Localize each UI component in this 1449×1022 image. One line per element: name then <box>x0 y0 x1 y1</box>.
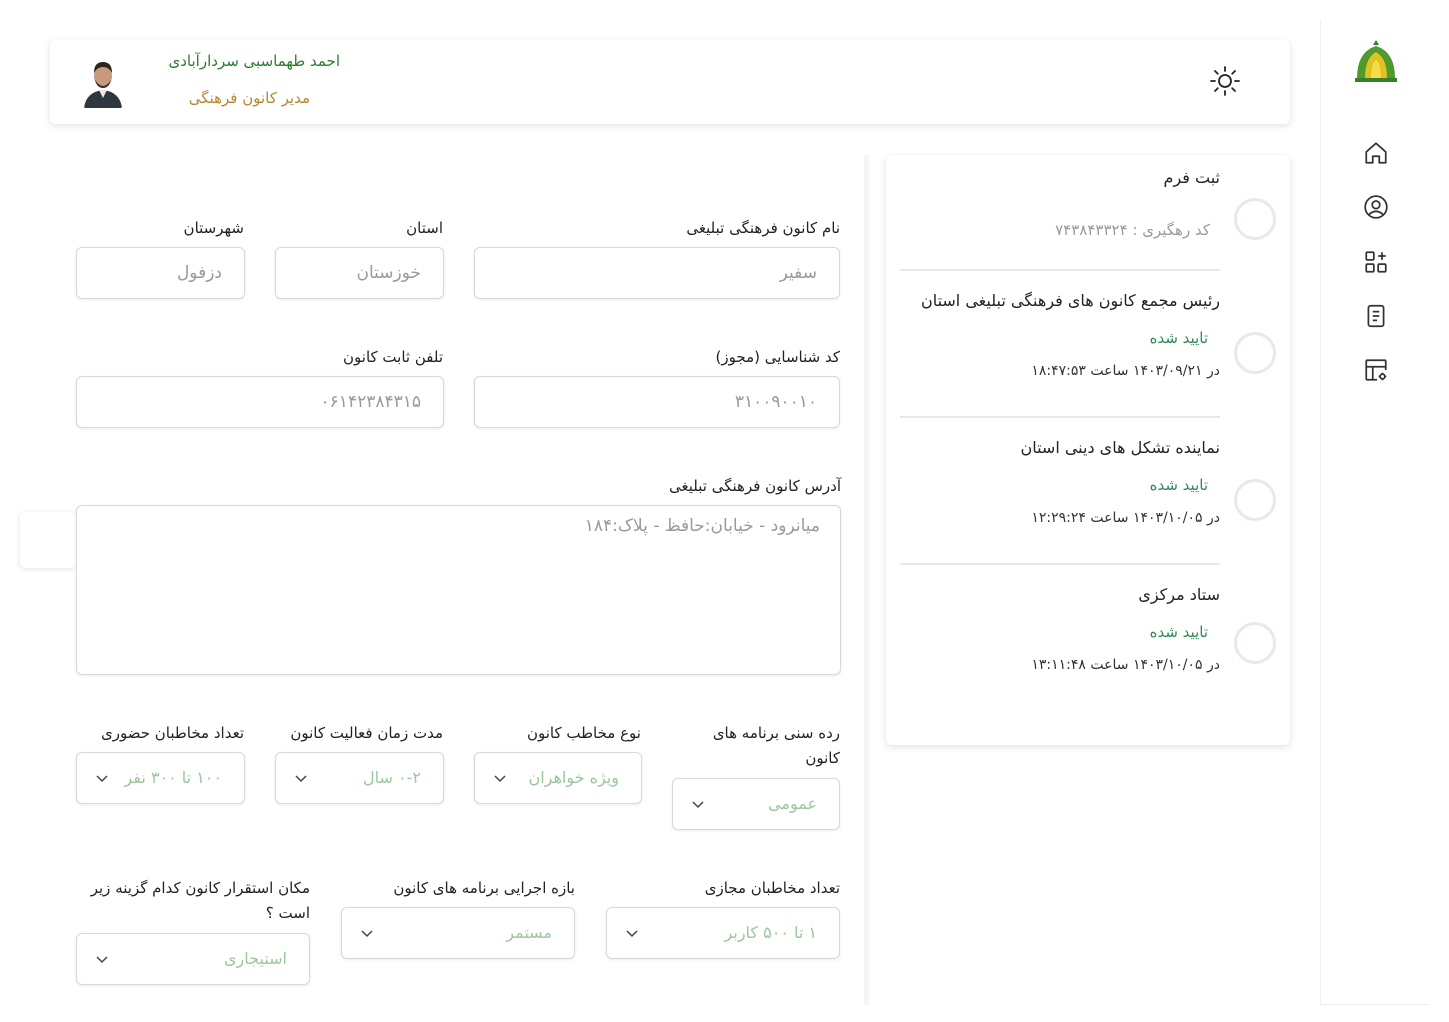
inperson-label: تعداد مخاطبان حضوری <box>100 724 244 742</box>
name-label: نام کانون فرهنگی تبلیغی <box>686 219 840 237</box>
table-settings-icon[interactable] <box>1363 357 1389 383</box>
user-role: مدیر کانون فرهنگی <box>188 89 310 107</box>
duration-select[interactable]: ۰-۲ سال <box>275 752 444 804</box>
age-select[interactable]: عمومی <box>672 778 840 830</box>
chevron-down-icon <box>295 775 307 783</box>
virtual-select-value: ۱ تا ۵۰۰ کاربر <box>724 923 817 942</box>
inperson-select[interactable]: ۱۰۰ تا ۳۰۰ نفر <box>76 752 245 804</box>
province-field[interactable]: خوزستان <box>275 247 444 299</box>
name-field[interactable]: سفیر <box>474 247 840 299</box>
chevron-down-icon <box>96 956 108 964</box>
audience-type-select-value: ویژه خواهران <box>528 768 619 787</box>
step-indicator <box>1234 622 1276 664</box>
step-title: ستاد مرکزی <box>1138 585 1220 604</box>
sun-icon[interactable] <box>1208 64 1242 98</box>
divider <box>900 416 1220 418</box>
province-label: استان <box>406 219 443 237</box>
user-name: احمد طهماسبی سردارآبادی <box>168 52 340 70</box>
step-indicator <box>1234 332 1276 374</box>
virtual-select[interactable]: ۱ تا ۵۰۰ کاربر <box>606 907 840 959</box>
period-select[interactable]: مستمر <box>341 907 575 959</box>
license-label: کد شناسایی (مجوز) <box>715 348 840 366</box>
step-title: رئیس مجمع کانون های فرهنگی تبلیغی استان <box>920 291 1220 310</box>
duration-label: مدت زمان فعالیت کانون <box>290 724 443 742</box>
location-select-value: استیجاری <box>224 949 287 968</box>
tracking-code: کد رهگیری : ۷۴۳۸۴۳۳۲۴ <box>1055 221 1210 239</box>
city-label: شهرستان <box>183 219 244 237</box>
submit-title: ثبت فرم <box>1163 168 1220 187</box>
step-time: در ۱۴۰۳/۱۰/۰۵ ساعت ۱۲:۲۹:۲۴ <box>1031 510 1220 526</box>
virtual-label: تعداد مخاطبان مجازی <box>704 879 840 897</box>
audience-type-select[interactable]: ویژه خواهران <box>474 752 642 804</box>
step-time: در ۱۴۰۳/۰۹/۲۱ ساعت ۱۸:۴۷:۵۳ <box>1031 363 1220 379</box>
inperson-select-value: ۱۰۰ تا ۳۰۰ نفر <box>124 768 222 787</box>
step-status: تایید شده <box>1149 623 1208 641</box>
user-circle-icon[interactable] <box>1363 194 1389 220</box>
step-indicator <box>1234 198 1276 240</box>
phone-field[interactable]: ۰۶۱۴۲۳۸۴۳۱۵ <box>76 376 444 428</box>
location-label: مکان استقرار کانون کدام گزینه زیر است ؟ <box>90 879 310 922</box>
chevron-down-icon <box>361 930 373 938</box>
step-indicator <box>1234 479 1276 521</box>
divider <box>864 155 870 1005</box>
chevron-down-icon <box>494 775 506 783</box>
avatar <box>82 56 124 108</box>
mosque-logo-icon[interactable] <box>1353 38 1399 84</box>
approval-panel: ثبت فرم کد رهگیری : ۷۴۳۸۴۳۳۲۴ رئیس مجمع … <box>886 155 1290 745</box>
step-status: تایید شده <box>1149 476 1208 494</box>
step-time: در ۱۴۰۳/۱۰/۰۵ ساعت ۱۳:۱۱:۴۸ <box>1031 657 1220 673</box>
chevron-down-icon <box>96 775 108 783</box>
period-label: بازه اجرایی برنامه های کانون <box>393 879 575 897</box>
divider <box>900 563 1220 565</box>
step-title: نماینده تشکل های دینی استان <box>1020 438 1220 457</box>
step-status: تایید شده <box>1149 329 1208 347</box>
floating-tab[interactable] <box>20 512 76 568</box>
license-field[interactable]: ۳۱۰۰۹۰۰۱۰ <box>474 376 840 428</box>
address-label: آدرس کانون فرهنگی تبلیغی <box>669 477 841 495</box>
age-select-value: عمومی <box>768 794 817 813</box>
audience-type-label: نوع مخاطب کانون <box>526 724 641 742</box>
apps-add-icon[interactable] <box>1363 249 1389 275</box>
city-field[interactable]: دزفول <box>76 247 245 299</box>
period-select-value: مستمر <box>506 923 552 942</box>
sidebar <box>1320 20 1429 1004</box>
age-label: رده سنی برنامه های کانون <box>712 724 840 767</box>
chevron-down-icon <box>692 801 704 809</box>
duration-select-value: ۰-۲ سال <box>363 768 421 787</box>
top-header: احمد طهماسبی سردارآبادی مدیر کانون فرهنگ… <box>50 40 1290 124</box>
home-icon[interactable] <box>1363 140 1389 166</box>
document-icon[interactable] <box>1363 303 1389 329</box>
chevron-down-icon <box>626 930 638 938</box>
address-field[interactable]: میانرود - خیابان:حافظ - پلاک:۱۸۴ <box>76 505 841 675</box>
divider <box>900 269 1220 271</box>
location-select[interactable]: استیجاری <box>76 933 310 985</box>
phone-label: تلفن ثابت کانون <box>343 348 443 366</box>
